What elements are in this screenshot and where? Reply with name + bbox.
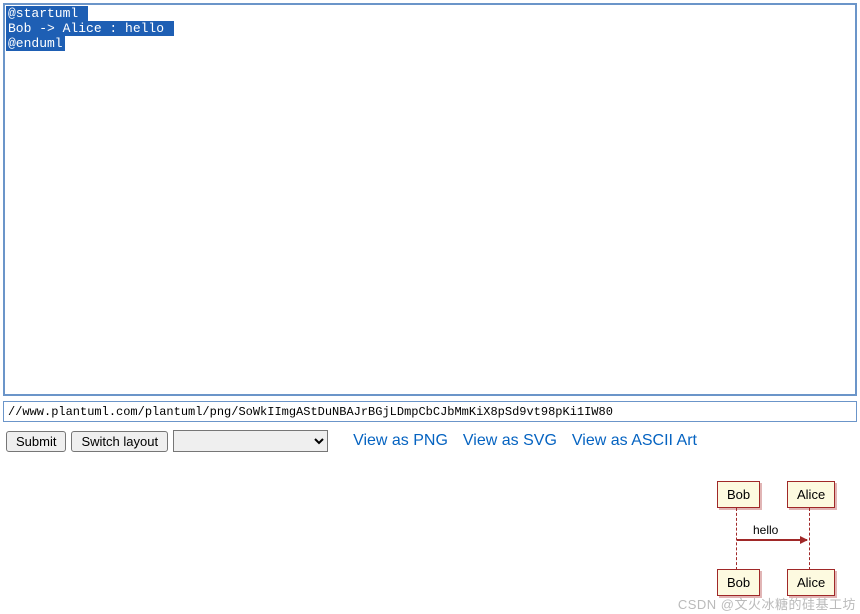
view-svg-link[interactable]: View as SVG — [463, 432, 557, 450]
editor-line: Bob -> Alice : hello — [6, 21, 174, 36]
lifeline-alice — [809, 508, 810, 570]
watermark: CSDN @文火冰糖的硅基工坊 — [678, 594, 856, 613]
code-editor[interactable]: @startuml Bob -> Alice : hello @enduml — [3, 3, 857, 396]
layout-dropdown[interactable] — [173, 430, 328, 452]
actor-alice-top: Alice — [787, 481, 835, 508]
url-input[interactable] — [3, 401, 857, 422]
editor-line: @enduml — [6, 36, 65, 51]
switch-layout-button[interactable]: Switch layout — [71, 431, 168, 452]
editor-line: @startuml — [6, 6, 88, 21]
toolbar: Submit Switch layout View as PNG View as… — [0, 422, 860, 460]
sequence-diagram: Bob Alice hello Bob Alice — [705, 479, 855, 599]
submit-button[interactable]: Submit — [6, 431, 66, 452]
message-label: hello — [753, 523, 778, 537]
actor-alice-bottom: Alice — [787, 569, 835, 596]
actor-bob-bottom: Bob — [717, 569, 760, 596]
view-png-link[interactable]: View as PNG — [353, 432, 448, 450]
view-ascii-link[interactable]: View as ASCII Art — [572, 432, 697, 450]
actor-bob-top: Bob — [717, 481, 760, 508]
message-arrow — [737, 539, 807, 541]
